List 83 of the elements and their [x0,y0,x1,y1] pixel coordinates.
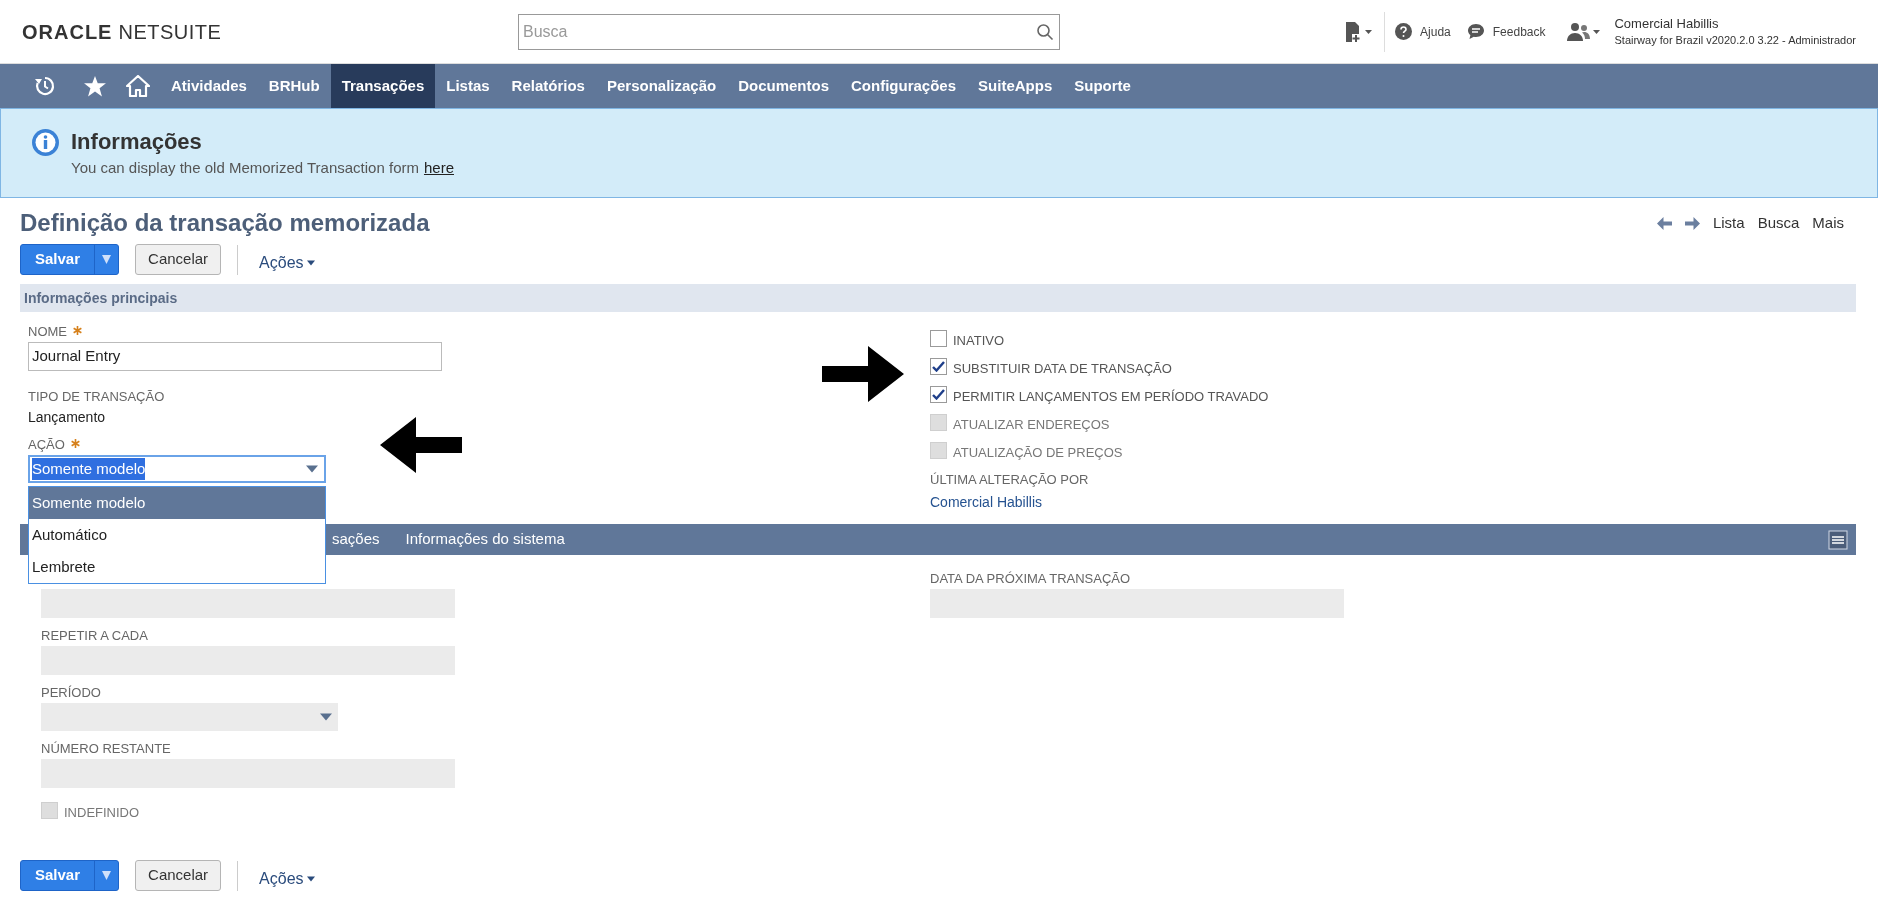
nav-tab[interactable]: Relatórios [500,64,596,108]
checkbox[interactable] [930,358,947,375]
field-label: NÚMERO RESTANTE [41,740,171,759]
actions-menu[interactable]: Ações [259,866,315,891]
field-label: REPETIR A CADA [41,627,148,646]
checkbox-label: INATIVO [953,331,1005,350]
caret-icon [306,875,315,882]
checkbox[interactable] [930,386,947,403]
user-name[interactable]: Comercial Habillis [1614,14,1856,32]
field-label: AÇÃO [28,436,65,455]
nav-tab[interactable]: Listas [435,64,501,108]
cancel-button[interactable]: Cancelar [135,244,222,275]
select-field[interactable]: Somente modelo [28,455,326,483]
caret-icon [306,465,318,473]
checkbox-label: INDEFINIDO [64,803,140,822]
checkbox-label: PERMITIR LANÇAMENTOS EM PERÍODO TRAVADO [953,387,1269,406]
users-icon[interactable] [1567,21,1592,42]
save-label[interactable]: Salvar [21,861,95,890]
nav-tab[interactable]: Configurações [840,64,968,108]
help-link[interactable]: Ajuda [1420,22,1451,41]
nav-tab[interactable]: Personalização [595,64,728,108]
back-icon[interactable] [1656,216,1672,230]
nav-tab[interactable]: BRHub [257,64,331,108]
caret-icon [102,255,112,264]
checkbox-label: ATUALIZAR ENDEREÇOS [953,415,1110,434]
banner-text: You can display the old Memorized Transaction form [71,158,419,178]
save-button[interactable]: Salvar [20,244,120,275]
page-link[interactable]: Mais [1812,211,1844,235]
layout-icon[interactable] [1828,529,1848,550]
search-icon[interactable] [1036,22,1054,41]
feedback-link[interactable]: Feedback [1492,22,1546,41]
field-label: NOME [28,323,67,342]
caret-icon [102,871,112,880]
caret-icon [1365,28,1373,35]
nav-tab[interactable]: Atividades [160,64,258,108]
info-icon [32,129,59,156]
banner-title: Informações [71,129,203,155]
dropdown-option[interactable]: Automático [29,519,325,551]
search-field[interactable]: Busca [518,13,1060,50]
field-label: ÚLTIMA ALTERAÇÃO POR [930,471,1089,490]
caret-icon [320,713,332,721]
check-icon [932,389,945,400]
cancel-button[interactable]: Cancelar [135,860,222,891]
dropdown-option[interactable]: Lembrete [29,551,325,583]
user-role[interactable]: Stairway for Brazil v2020.2.0 3.22 - Administrador [1614,31,1856,49]
field-value: Lançamento [28,408,107,427]
subtab[interactable]: sações [332,528,380,551]
checkbox[interactable] [930,330,947,347]
checkbox-label: SUBSTITUIR DATA DE TRANSAÇÃO [953,359,1172,378]
input-field[interactable]: Journal Entry [28,342,442,371]
subtab[interactable]: Informações do sistema [405,528,565,551]
caret-icon [1593,28,1601,35]
select-value: Somente modelo [32,457,146,481]
nav-tab[interactable]: Transações [330,64,436,108]
nav-tab[interactable]: SuiteApps [967,64,1064,108]
actions-menu[interactable]: Ações [259,250,315,275]
star-icon[interactable] [84,75,106,97]
page-link[interactable]: Lista [1712,211,1745,235]
home-icon[interactable] [126,75,150,97]
user-link[interactable]: Comercial Habillis [930,494,1043,510]
checkbox-label: ATUALIZAÇÃO DE PREÇOS [953,443,1123,462]
banner-link[interactable]: here [423,157,454,180]
page-link[interactable]: Busca [1757,211,1800,235]
logo[interactable]: ORACLE NETSUITE [22,16,518,47]
check-icon [932,361,945,372]
nav-tab[interactable]: Documentos [727,64,841,108]
recent-icon[interactable] [34,75,56,97]
page-title: Definição da transação memorizada [20,208,430,238]
caret-icon [306,259,315,266]
select-field[interactable] [41,703,338,731]
save-button[interactable]: Salvar [20,860,120,891]
field-label: TIPO DE TRANSAÇÃO [28,388,165,407]
save-label[interactable]: Salvar [21,245,95,274]
field-label: PERÍODO [41,684,101,703]
field-label: DATA DA PRÓXIMA TRANSAÇÃO [930,570,1131,589]
dropdown-option[interactable]: Somente modelo [29,487,325,519]
chat-icon[interactable] [1466,23,1485,40]
section-header: Informações principais [20,284,1856,312]
forward-icon[interactable] [1684,216,1700,230]
nav-tab[interactable]: Suporte [1063,64,1142,108]
help-icon[interactable] [1395,23,1413,40]
left-arrow-icon [380,417,462,473]
right-arrow-icon [822,346,904,402]
